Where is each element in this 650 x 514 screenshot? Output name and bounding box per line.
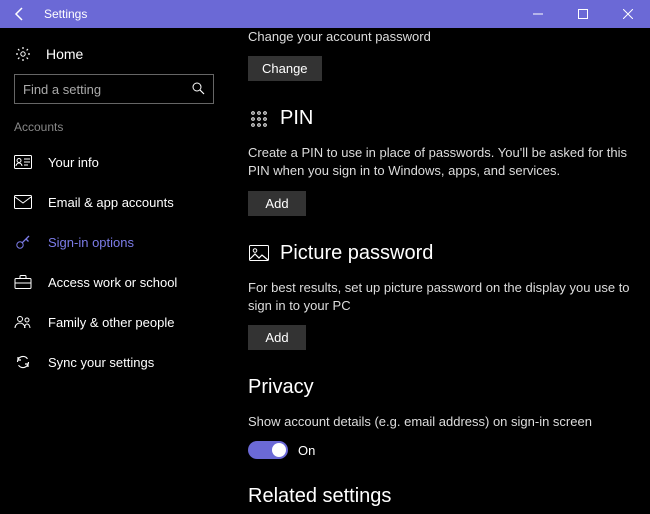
- sidebar-item-label: Sign-in options: [48, 235, 134, 250]
- key-icon: [14, 233, 32, 251]
- search-placeholder: Find a setting: [23, 82, 101, 97]
- sidebar-item-label: Family & other people: [48, 315, 174, 330]
- privacy-desc: Show account details (e.g. email address…: [248, 413, 630, 431]
- sidebar-item-family-people[interactable]: Family & other people: [0, 302, 228, 342]
- add-pin-button[interactable]: Add: [248, 191, 306, 216]
- picture-icon: [248, 245, 270, 261]
- sidebar-item-access-work-school[interactable]: Access work or school: [0, 262, 228, 302]
- privacy-toggle[interactable]: [248, 441, 288, 459]
- privacy-title: Privacy: [248, 376, 630, 399]
- sidebar-item-email-accounts[interactable]: Email & app accounts: [0, 182, 228, 222]
- minimize-button[interactable]: [515, 0, 560, 28]
- pin-title: PIN: [280, 107, 313, 130]
- sidebar-item-sync-settings[interactable]: Sync your settings: [0, 342, 228, 382]
- sidebar-item-label: Sync your settings: [48, 355, 154, 370]
- sync-icon: [14, 354, 32, 370]
- close-button[interactable]: [605, 0, 650, 28]
- picture-desc: For best results, set up picture passwor…: [248, 279, 630, 315]
- password-desc: Change your account password: [248, 28, 630, 46]
- search-icon: [191, 81, 205, 98]
- search-input[interactable]: Find a setting: [14, 74, 214, 104]
- sidebar-item-label: Your info: [48, 155, 99, 170]
- person-card-icon: [14, 155, 32, 169]
- main-content: Change your account password Change PIN …: [228, 28, 650, 514]
- sidebar: Home Find a setting Accounts Your info E…: [0, 28, 228, 514]
- home-label: Home: [46, 46, 83, 62]
- briefcase-icon: [14, 274, 32, 290]
- toggle-label: On: [298, 443, 315, 458]
- people-icon: [14, 314, 32, 330]
- sidebar-group-label: Accounts: [0, 120, 228, 142]
- maximize-button[interactable]: [560, 0, 605, 28]
- gear-icon: [14, 46, 32, 62]
- sidebar-item-label: Access work or school: [48, 275, 177, 290]
- change-password-button[interactable]: Change: [248, 56, 322, 81]
- pin-pad-icon: [248, 110, 270, 128]
- window-title: Settings: [40, 7, 87, 21]
- related-title: Related settings: [248, 485, 630, 508]
- home-button[interactable]: Home: [0, 40, 228, 74]
- window-controls: [515, 0, 650, 28]
- sidebar-item-label: Email & app accounts: [48, 195, 174, 210]
- titlebar: Settings: [0, 0, 650, 28]
- add-picture-password-button[interactable]: Add: [248, 325, 306, 350]
- sidebar-item-your-info[interactable]: Your info: [0, 142, 228, 182]
- sidebar-item-sign-in-options[interactable]: Sign-in options: [0, 222, 228, 262]
- back-button[interactable]: [0, 0, 40, 28]
- picture-title: Picture password: [280, 242, 433, 265]
- mail-icon: [14, 195, 32, 209]
- pin-desc: Create a PIN to use in place of password…: [248, 144, 628, 180]
